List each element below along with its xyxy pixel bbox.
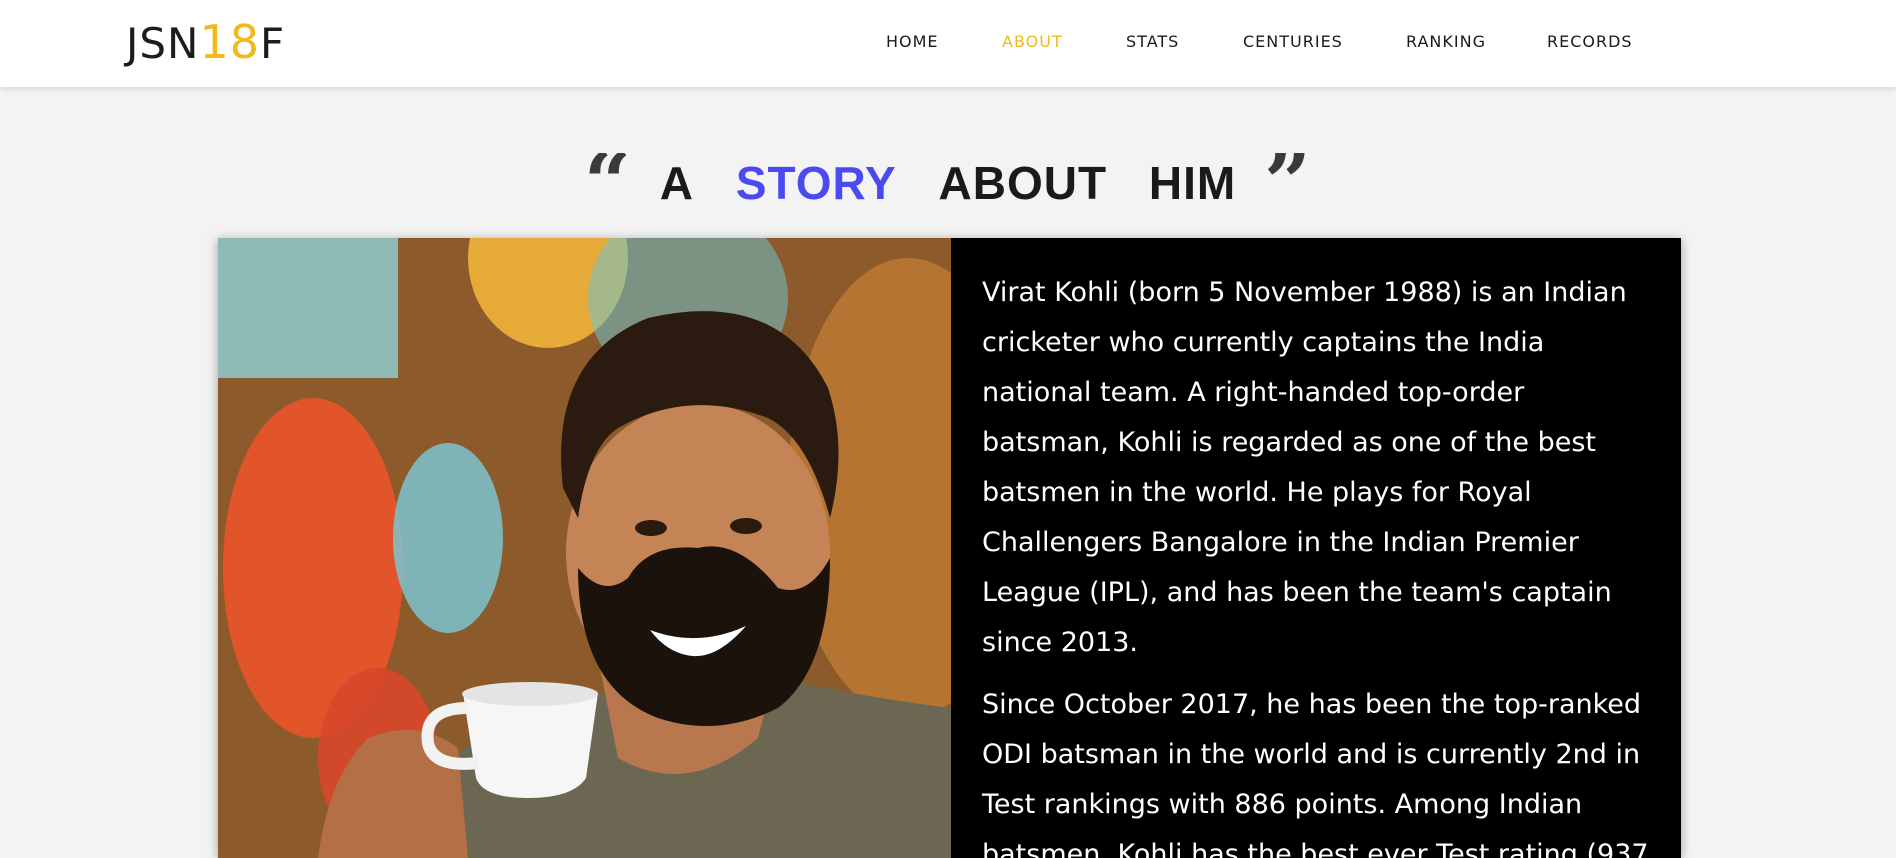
- about-card: Virat Kohli (born 5 November 1988) is an…: [218, 238, 1681, 858]
- nav-about[interactable]: ABOUT: [1002, 32, 1063, 51]
- top-navbar: JSN18F HOME ABOUT STATS CENTURIES RANKIN…: [0, 0, 1896, 87]
- brand-accent: 18: [199, 15, 261, 69]
- nav-home[interactable]: HOME: [886, 32, 939, 51]
- quote-left-icon: “: [583, 152, 633, 213]
- nav-centuries[interactable]: CENTURIES: [1243, 32, 1343, 51]
- bio-paragraph-1: Virat Kohli (born 5 November 1988) is an…: [982, 277, 1627, 658]
- bio-text-panel: Virat Kohli (born 5 November 1988) is an…: [951, 238, 1681, 858]
- brand-prefix: JSN: [126, 19, 200, 68]
- heading-word-a: A: [659, 156, 695, 209]
- nav-records[interactable]: RECORDS: [1547, 32, 1633, 51]
- brand-logo[interactable]: JSN18F: [126, 14, 285, 72]
- heading-word-him: HIM: [1148, 156, 1237, 209]
- profile-photo: [218, 238, 951, 858]
- section-heading: “ A STORY ABOUT HIM ”: [0, 152, 1896, 213]
- heading-word-about: ABOUT: [938, 156, 1108, 209]
- nav-stats[interactable]: STATS: [1126, 32, 1179, 51]
- nav-ranking[interactable]: RANKING: [1406, 32, 1486, 51]
- quote-right-icon: ”: [1263, 152, 1313, 213]
- heading-highlight: STORY: [735, 156, 897, 209]
- brand-suffix: F: [260, 19, 286, 68]
- bio-paragraph-2: Since October 2017, he has been the top-…: [982, 689, 1649, 858]
